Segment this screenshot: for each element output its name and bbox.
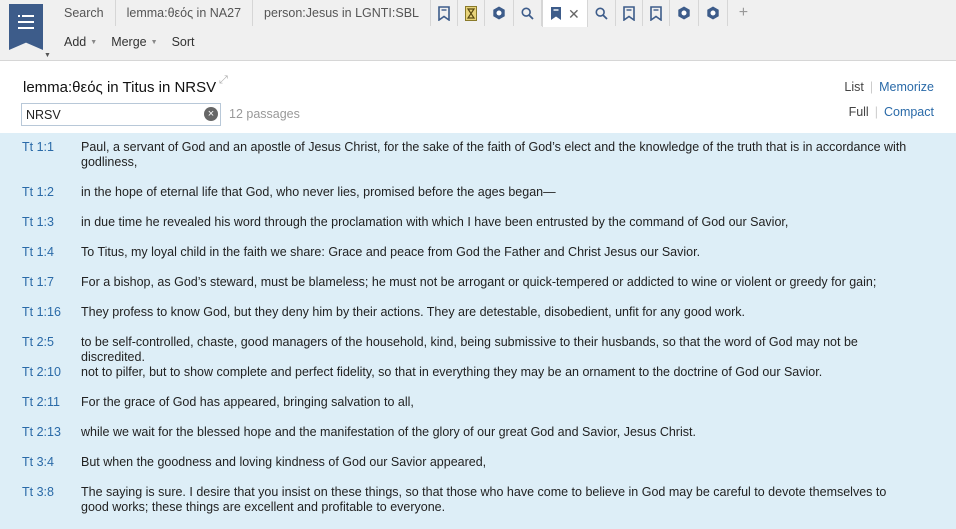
verse-text: For a bishop, as God’s steward, must be … [81,275,877,289]
merge-menu-button[interactable]: Merge ▼ [111,35,157,49]
verse-reference-link[interactable]: Tt 1:3 [22,215,54,229]
verse-reference-link[interactable]: Tt 3:8 [22,485,54,499]
verse-text: while we wait for the blessed hope and t… [81,425,696,439]
search-icon [595,6,608,20]
verse-text: But when the goodness and loving kindnes… [81,455,487,469]
tab-hexagon-3[interactable] [699,0,728,26]
verse-text: For the grace of God has appeared, bring… [81,395,414,409]
top-chrome: ▼ Search lemma:θεός in NA27 person:Jesus… [0,0,956,61]
bookmark-icon [438,5,450,21]
app-menu-button[interactable] [9,4,43,50]
tab-search-icon-2[interactable] [588,0,616,26]
resource-filter: × [21,103,221,126]
verse-reference-link[interactable]: Tt 1:2 [22,185,54,199]
resource-filter-input[interactable] [22,104,192,125]
tab-search-icon-1[interactable] [514,0,542,26]
toolbar: Add ▼ Merge ▼ Sort [64,35,195,49]
view-mode-links: List | Memorize [844,80,934,94]
verse-text: They profess to know God, but they deny … [81,305,746,319]
app-menu-caret-icon[interactable]: ▼ [44,52,51,59]
page-title: lemma:θεός in Titus in NRSV [23,79,217,96]
results-list: Tt 1:1 Paul, a servant of God and an apo… [0,133,956,529]
tab-bookmark-1[interactable] [431,0,458,26]
verse-reference-link[interactable]: Tt 1:16 [22,305,61,319]
merge-label: Merge [111,35,147,49]
divider: | [869,80,874,94]
verse-text: The saying is sure. I desire that you in… [81,485,887,514]
full-view-button[interactable]: Full [849,105,869,119]
add-menu-button[interactable]: Add ▼ [64,35,97,49]
add-label: Add [64,35,87,49]
expand-title-icon[interactable]: ⤢ [219,74,228,87]
search-icon [521,6,534,20]
tab-label: person:Jesus in LGNTI:SBL [264,6,419,20]
menu-bar [18,27,34,29]
chevron-down-icon: ▼ [150,38,158,46]
bookmark-icon [649,5,662,21]
add-tab-button[interactable]: + [728,0,759,26]
tab-person-jesus[interactable]: person:Jesus in LGNTI:SBL [253,0,431,26]
tab-hexagon-2[interactable] [670,0,699,26]
bookmark-icon [550,7,561,20]
tab-bar: Search lemma:θεός in NA27 person:Jesus i… [53,0,759,27]
clear-icon[interactable]: × [204,107,218,121]
tab-label: lemma:θεός in NA27 [126,6,242,20]
hexagon-icon [678,6,690,20]
divider: | [874,105,878,119]
sort-button[interactable]: Sort [172,35,195,49]
verse-reference-link[interactable]: Tt 1:4 [22,245,54,259]
menu-bar [18,21,34,23]
verse-text: Paul, a servant of God and an apostle of… [81,140,907,169]
verse-text: To Titus, my loyal child in the faith we… [81,245,701,259]
verse-text: in due time he revealed his word through… [81,215,789,229]
verse-text: in the hope of eternal life that God, wh… [81,185,556,199]
verse-text: to be self-controlled, chaste, good mana… [81,335,858,364]
sort-label: Sort [171,35,195,49]
hexagon-icon [493,6,505,20]
verse-reference-link[interactable]: Tt 2:13 [22,425,61,439]
verse-reference-link[interactable]: Tt 2:11 [22,395,60,409]
tab-label: Search [64,6,104,20]
close-tab-icon[interactable]: ✕ [568,7,580,21]
tab-bookmark-active[interactable]: ✕ [541,0,588,27]
menu-dot [18,15,20,17]
density-links: Full | Compact [849,105,934,119]
chevron-down-icon: ▼ [90,38,98,46]
hexagon-icon [707,6,719,20]
compact-view-button[interactable]: Compact [884,105,934,119]
tab-hourglass[interactable] [458,0,485,26]
memorize-view-button[interactable]: Memorize [879,80,934,94]
tab-hexagon-1[interactable] [485,0,514,26]
verse-reference-link[interactable]: Tt 2:5 [22,335,54,349]
hourglass-icon [464,5,477,21]
verse-reference-link[interactable]: Tt 3:4 [22,455,54,469]
tab-bookmark-3[interactable] [643,0,670,26]
verse-text: not to pilfer, but to show complete and … [81,365,823,379]
bookmark-icon [622,5,635,21]
passage-count: 12 passages [229,107,300,121]
verse-reference-link[interactable]: Tt 1:7 [22,275,54,289]
verse-reference-link[interactable]: Tt 1:1 [22,140,54,154]
verse-reference-link[interactable]: Tt 2:10 [22,365,61,379]
tab-lemma-na27[interactable]: lemma:θεός in NA27 [116,0,254,26]
menu-bar [22,15,34,17]
tab-bookmark-2[interactable] [616,0,643,26]
list-view-button[interactable]: List [844,80,863,94]
tab-search[interactable]: Search [53,0,116,26]
